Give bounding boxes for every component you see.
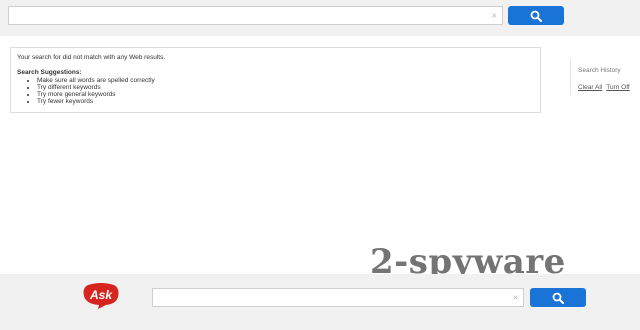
- turn-off-link[interactable]: Turn Off: [606, 84, 629, 91]
- suggestion-item: Make sure all words are spelled correctl…: [37, 77, 155, 84]
- top-search-field-wrapper: ×: [8, 6, 503, 25]
- ask-logo-text: Ask: [89, 288, 113, 302]
- search-history-panel: Search History Clear All Turn Off: [570, 59, 637, 95]
- bottom-clear-icon[interactable]: ×: [513, 293, 518, 302]
- bottom-search-input[interactable]: [157, 291, 505, 304]
- top-clear-icon[interactable]: ×: [492, 11, 497, 20]
- suggestions-heading: Search Suggestions:: [17, 69, 82, 76]
- bottom-search-button[interactable]: [530, 288, 586, 307]
- search-history-title: Search History: [578, 67, 621, 74]
- clear-all-link[interactable]: Clear All: [578, 84, 602, 91]
- top-search-input[interactable]: [13, 9, 484, 22]
- ask-logo-icon: Ask: [83, 283, 119, 309]
- suggestion-item: Try different keywords: [37, 84, 155, 91]
- no-match-message: Your search for did not match with any W…: [17, 54, 166, 61]
- magnifier-icon: [552, 292, 564, 304]
- search-history-links: Clear All Turn Off: [578, 84, 630, 91]
- bottom-search-field-wrapper: ×: [152, 288, 524, 307]
- magnifier-icon: [530, 10, 542, 22]
- suggestion-item: Try more general keywords: [37, 91, 155, 98]
- suggestion-item: Try fewer keywords: [37, 98, 155, 105]
- suggestions-list: Make sure all words are spelled correctl…: [31, 77, 155, 105]
- top-search-bar: ×: [0, 0, 640, 36]
- ask-logo[interactable]: Ask: [82, 282, 120, 315]
- no-results-panel: Your search for did not match with any W…: [10, 47, 541, 113]
- top-search-button[interactable]: [508, 6, 564, 25]
